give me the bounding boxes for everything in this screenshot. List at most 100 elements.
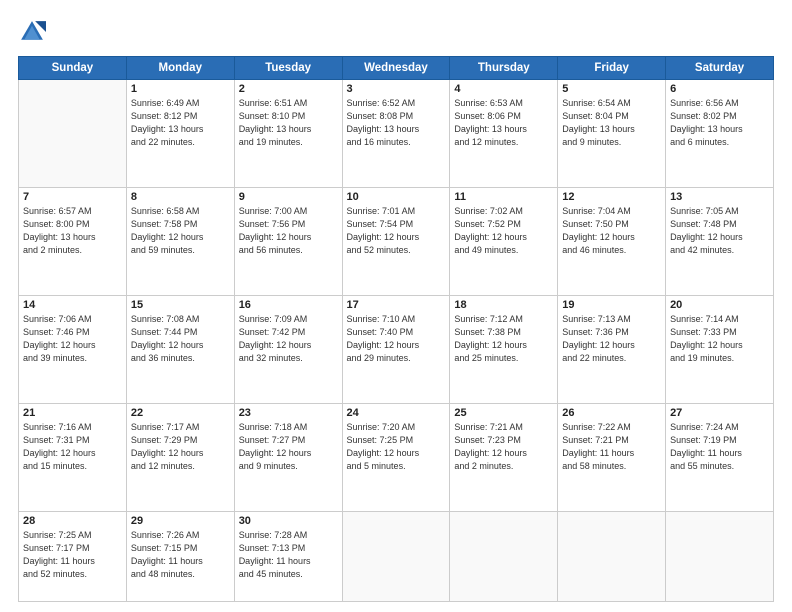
cell-info: Sunrise: 7:17 AM Sunset: 7:29 PM Dayligh… bbox=[131, 421, 230, 473]
day-number: 26 bbox=[562, 407, 661, 419]
calendar-cell: 28 Sunrise: 7:25 AM Sunset: 7:17 PM Dayli… bbox=[19, 512, 127, 602]
cell-info: Sunrise: 7:04 AM Sunset: 7:50 PM Dayligh… bbox=[562, 205, 661, 257]
week-row-3: 14Sunrise: 7:06 AM Sunset: 7:46 PM Dayli… bbox=[19, 296, 774, 404]
calendar-cell: 29Sunrise: 7:26 AM Sunset: 7:15 PM Dayli… bbox=[126, 512, 234, 602]
cell-info: Sunrise: 7:14 AM Sunset: 7:33 PM Dayligh… bbox=[670, 313, 769, 365]
calendar-cell: 3 Sunrise: 6:52 AM Sunset: 8:08 PM Daylig… bbox=[342, 80, 450, 188]
cell-info: Sunrise: 7:06 AM Sunset: 7:46 PM Dayligh… bbox=[23, 313, 122, 365]
cell-info: Sunrise: 7:00 AM Sunset: 7:56 PM Dayligh… bbox=[239, 205, 338, 257]
day-number: 4 bbox=[454, 83, 553, 95]
cell-info: Sunrise: 7:05 AM Sunset: 7:48 PM Dayligh… bbox=[670, 205, 769, 257]
calendar-cell: 20 Sunrise: 7:14 AM Sunset: 7:33 PM Dayli… bbox=[666, 296, 774, 404]
cell-info: Sunrise: 7:22 AM Sunset: 7:21 PM Dayligh… bbox=[562, 421, 661, 473]
calendar-cell: 21 Sunrise: 7:16 AM Sunset: 7:31 PM Dayli… bbox=[19, 404, 127, 512]
cell-info: Sunrise: 7:12 AM Sunset: 7:38 PM Dayligh… bbox=[454, 313, 553, 365]
day-number: 7 bbox=[23, 191, 122, 203]
cell-info: Sunrise: 7:09 AM Sunset: 7:42 PM Dayligh… bbox=[239, 313, 338, 365]
calendar-cell bbox=[19, 80, 127, 188]
cell-info: Sunrise: 7:24 AM Sunset: 7:19 PM Dayligh… bbox=[670, 421, 769, 473]
weekday-header-friday: Friday bbox=[558, 57, 666, 80]
calendar-cell: 16 Sunrise: 7:09 AM Sunset: 7:42 PM Dayli… bbox=[234, 296, 342, 404]
day-number: 16 bbox=[239, 299, 338, 311]
day-number: 23 bbox=[239, 407, 338, 419]
calendar-cell: 15 Sunrise: 7:08 AM Sunset: 7:44 PM Dayli… bbox=[126, 296, 234, 404]
calendar-cell: 13 Sunrise: 7:05 AM Sunset: 7:48 PM Dayli… bbox=[666, 188, 774, 296]
cell-info: Sunrise: 7:18 AM Sunset: 7:27 PM Dayligh… bbox=[239, 421, 338, 473]
cell-info: Sunrise: 7:08 AM Sunset: 7:44 PM Dayligh… bbox=[131, 313, 230, 365]
calendar-cell: 14Sunrise: 7:06 AM Sunset: 7:46 PM Dayli… bbox=[19, 296, 127, 404]
calendar-cell: 9Sunrise: 7:00 AM Sunset: 7:56 PM Daylig… bbox=[234, 188, 342, 296]
weekday-header-saturday: Saturday bbox=[666, 57, 774, 80]
calendar-cell: 18 Sunrise: 7:12 AM Sunset: 7:38 PM Dayli… bbox=[450, 296, 558, 404]
week-row-5: 28 Sunrise: 7:25 AM Sunset: 7:17 PM Dayli… bbox=[19, 512, 774, 602]
cell-info: Sunrise: 6:58 AM Sunset: 7:58 PM Dayligh… bbox=[131, 205, 230, 257]
calendar-cell: 10 Sunrise: 7:01 AM Sunset: 7:54 PM Dayli… bbox=[342, 188, 450, 296]
day-number: 30 bbox=[239, 515, 338, 527]
cell-info: Sunrise: 7:28 AM Sunset: 7:13 PM Dayligh… bbox=[239, 529, 338, 581]
calendar-cell bbox=[666, 512, 774, 602]
day-number: 15 bbox=[131, 299, 230, 311]
calendar-cell: 19 Sunrise: 7:13 AM Sunset: 7:36 PM Dayli… bbox=[558, 296, 666, 404]
week-row-1: 1Sunrise: 6:49 AM Sunset: 8:12 PM Daylig… bbox=[19, 80, 774, 188]
calendar-cell bbox=[558, 512, 666, 602]
day-number: 13 bbox=[670, 191, 769, 203]
day-number: 25 bbox=[454, 407, 553, 419]
cell-info: Sunrise: 6:53 AM Sunset: 8:06 PM Dayligh… bbox=[454, 97, 553, 149]
calendar-cell: 5 Sunrise: 6:54 AM Sunset: 8:04 PM Daylig… bbox=[558, 80, 666, 188]
calendar-cell: 24 Sunrise: 7:20 AM Sunset: 7:25 PM Dayli… bbox=[342, 404, 450, 512]
day-number: 8 bbox=[131, 191, 230, 203]
day-number: 3 bbox=[347, 83, 446, 95]
cell-info: Sunrise: 7:01 AM Sunset: 7:54 PM Dayligh… bbox=[347, 205, 446, 257]
calendar-cell: 25Sunrise: 7:21 AM Sunset: 7:23 PM Dayli… bbox=[450, 404, 558, 512]
cell-info: Sunrise: 7:10 AM Sunset: 7:40 PM Dayligh… bbox=[347, 313, 446, 365]
day-number: 22 bbox=[131, 407, 230, 419]
calendar-cell: 2Sunrise: 6:51 AM Sunset: 8:10 PM Daylig… bbox=[234, 80, 342, 188]
cell-info: Sunrise: 6:56 AM Sunset: 8:02 PM Dayligh… bbox=[670, 97, 769, 149]
calendar: SundayMondayTuesdayWednesdayThursdayFrid… bbox=[18, 56, 774, 602]
calendar-cell: 22 Sunrise: 7:17 AM Sunset: 7:29 PM Dayli… bbox=[126, 404, 234, 512]
calendar-cell bbox=[342, 512, 450, 602]
calendar-cell: 12 Sunrise: 7:04 AM Sunset: 7:50 PM Dayli… bbox=[558, 188, 666, 296]
day-number: 27 bbox=[670, 407, 769, 419]
day-number: 20 bbox=[670, 299, 769, 311]
day-number: 12 bbox=[562, 191, 661, 203]
cell-info: Sunrise: 6:57 AM Sunset: 8:00 PM Dayligh… bbox=[23, 205, 122, 257]
day-number: 17 bbox=[347, 299, 446, 311]
day-number: 11 bbox=[454, 191, 553, 203]
page: SundayMondayTuesdayWednesdayThursdayFrid… bbox=[0, 0, 792, 612]
cell-info: Sunrise: 6:52 AM Sunset: 8:08 PM Dayligh… bbox=[347, 97, 446, 149]
weekday-header-thursday: Thursday bbox=[450, 57, 558, 80]
day-number: 21 bbox=[23, 407, 122, 419]
day-number: 29 bbox=[131, 515, 230, 527]
day-number: 1 bbox=[131, 83, 230, 95]
calendar-cell: 17 Sunrise: 7:10 AM Sunset: 7:40 PM Dayli… bbox=[342, 296, 450, 404]
day-number: 2 bbox=[239, 83, 338, 95]
weekday-header-monday: Monday bbox=[126, 57, 234, 80]
cell-info: Sunrise: 7:13 AM Sunset: 7:36 PM Dayligh… bbox=[562, 313, 661, 365]
cell-info: Sunrise: 6:54 AM Sunset: 8:04 PM Dayligh… bbox=[562, 97, 661, 149]
day-number: 19 bbox=[562, 299, 661, 311]
weekday-header-sunday: Sunday bbox=[19, 57, 127, 80]
cell-info: Sunrise: 7:25 AM Sunset: 7:17 PM Dayligh… bbox=[23, 529, 122, 581]
calendar-cell: 27 Sunrise: 7:24 AM Sunset: 7:19 PM Dayli… bbox=[666, 404, 774, 512]
calendar-cell: 11 Sunrise: 7:02 AM Sunset: 7:52 PM Dayli… bbox=[450, 188, 558, 296]
day-number: 24 bbox=[347, 407, 446, 419]
day-number: 10 bbox=[347, 191, 446, 203]
day-number: 18 bbox=[454, 299, 553, 311]
day-number: 5 bbox=[562, 83, 661, 95]
logo bbox=[18, 18, 52, 46]
cell-info: Sunrise: 7:16 AM Sunset: 7:31 PM Dayligh… bbox=[23, 421, 122, 473]
day-number: 6 bbox=[670, 83, 769, 95]
calendar-cell bbox=[450, 512, 558, 602]
cell-info: Sunrise: 7:20 AM Sunset: 7:25 PM Dayligh… bbox=[347, 421, 446, 473]
calendar-cell: 1Sunrise: 6:49 AM Sunset: 8:12 PM Daylig… bbox=[126, 80, 234, 188]
weekday-header-tuesday: Tuesday bbox=[234, 57, 342, 80]
weekday-header-row: SundayMondayTuesdayWednesdayThursdayFrid… bbox=[19, 57, 774, 80]
header bbox=[18, 18, 774, 46]
calendar-cell: 8 Sunrise: 6:58 AM Sunset: 7:58 PM Daylig… bbox=[126, 188, 234, 296]
week-row-2: 7 Sunrise: 6:57 AM Sunset: 8:00 PM Daylig… bbox=[19, 188, 774, 296]
cell-info: Sunrise: 7:02 AM Sunset: 7:52 PM Dayligh… bbox=[454, 205, 553, 257]
day-number: 28 bbox=[23, 515, 122, 527]
calendar-cell: 26 Sunrise: 7:22 AM Sunset: 7:21 PM Dayli… bbox=[558, 404, 666, 512]
calendar-cell: 7 Sunrise: 6:57 AM Sunset: 8:00 PM Daylig… bbox=[19, 188, 127, 296]
